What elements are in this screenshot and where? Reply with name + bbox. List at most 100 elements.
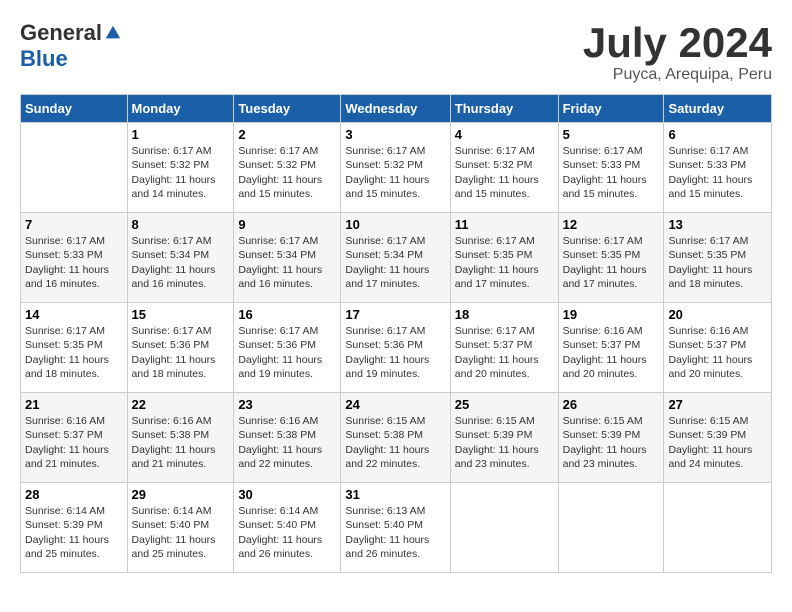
day-info: Sunrise: 6:17 AMSunset: 5:34 PMDaylight:… [238, 234, 336, 291]
day-info: Sunrise: 6:15 AMSunset: 5:39 PMDaylight:… [668, 414, 767, 471]
day-info: Sunrise: 6:17 AMSunset: 5:33 PMDaylight:… [668, 144, 767, 201]
day-info: Sunrise: 6:17 AMSunset: 5:35 PMDaylight:… [563, 234, 660, 291]
calendar-cell: 23Sunrise: 6:16 AMSunset: 5:38 PMDayligh… [234, 393, 341, 483]
calendar-cell: 19Sunrise: 6:16 AMSunset: 5:37 PMDayligh… [558, 303, 664, 393]
day-number: 18 [455, 307, 554, 322]
day-number: 15 [132, 307, 230, 322]
calendar-cell: 1 Sunrise: 6:17 AMSunset: 5:32 PMDaylight… [127, 123, 234, 213]
day-number: 4 [455, 127, 554, 142]
day-number: 24 [345, 397, 445, 412]
calendar-cell: 8 Sunrise: 6:17 AMSunset: 5:34 PMDaylight… [127, 213, 234, 303]
calendar-cell: 12 Sunrise: 6:17 AMSunset: 5:35 PMDayligh… [558, 213, 664, 303]
day-info: Sunrise: 6:14 AMSunset: 5:40 PMDaylight:… [132, 504, 230, 561]
day-number: 17 [345, 307, 445, 322]
day-number: 19 [563, 307, 660, 322]
month-title: July 2024 [583, 20, 772, 66]
calendar-week-row: 28 Sunrise: 6:14 AMSunset: 5:39 PMDayligh… [21, 483, 772, 573]
day-number: 21 [25, 397, 123, 412]
day-number: 1 [132, 127, 230, 142]
day-number: 30 [238, 487, 336, 502]
calendar-week-row: 7 Sunrise: 6:17 AMSunset: 5:33 PMDaylight… [21, 213, 772, 303]
calendar-cell: 24 Sunrise: 6:15 AMSunset: 5:38 PMDayligh… [341, 393, 450, 483]
calendar-cell: 26 Sunrise: 6:15 AMSunset: 5:39 PMDayligh… [558, 393, 664, 483]
day-info: Sunrise: 6:17 AMSunset: 5:32 PMDaylight:… [132, 144, 230, 201]
calendar-cell: 29 Sunrise: 6:14 AMSunset: 5:40 PMDayligh… [127, 483, 234, 573]
day-info: Sunrise: 6:17 AMSunset: 5:32 PMDaylight:… [238, 144, 336, 201]
calendar-cell: 11Sunrise: 6:17 AMSunset: 5:35 PMDayligh… [450, 213, 558, 303]
day-info: Sunrise: 6:17 AMSunset: 5:35 PMDaylight:… [668, 234, 767, 291]
day-info: Sunrise: 6:17 AMSunset: 5:33 PMDaylight:… [563, 144, 660, 201]
day-info: Sunrise: 6:17 AMSunset: 5:37 PMDaylight:… [455, 324, 554, 381]
day-info: Sunrise: 6:14 AMSunset: 5:39 PMDaylight:… [25, 504, 123, 561]
day-info: Sunrise: 6:17 AMSunset: 5:36 PMDaylight:… [132, 324, 230, 381]
day-number: 13 [668, 217, 767, 232]
header-saturday: Saturday [664, 95, 772, 123]
calendar-cell: 16Sunrise: 6:17 AMSunset: 5:36 PMDayligh… [234, 303, 341, 393]
day-number: 6 [668, 127, 767, 142]
location: Puyca, Arequipa, Peru [583, 66, 772, 84]
day-number: 29 [132, 487, 230, 502]
day-number: 25 [455, 397, 554, 412]
calendar-cell: 15 Sunrise: 6:17 AMSunset: 5:36 PMDayligh… [127, 303, 234, 393]
calendar-cell: 20 Sunrise: 6:16 AMSunset: 5:37 PMDayligh… [664, 303, 772, 393]
day-info: Sunrise: 6:16 AMSunset: 5:37 PMDaylight:… [668, 324, 767, 381]
calendar-cell [450, 483, 558, 573]
logo: General Blue [20, 20, 122, 72]
calendar-cell: 13 Sunrise: 6:17 AMSunset: 5:35 PMDayligh… [664, 213, 772, 303]
day-info: Sunrise: 6:17 AMSunset: 5:34 PMDaylight:… [132, 234, 230, 291]
calendar-cell [21, 123, 128, 213]
day-number: 14 [25, 307, 123, 322]
calendar-cell: 2 Sunrise: 6:17 AMSunset: 5:32 PMDaylight… [234, 123, 341, 213]
day-number: 8 [132, 217, 230, 232]
day-number: 27 [668, 397, 767, 412]
day-number: 31 [345, 487, 445, 502]
day-number: 5 [563, 127, 660, 142]
calendar-cell: 31 Sunrise: 6:13 AMSunset: 5:40 PMDayligh… [341, 483, 450, 573]
day-info: Sunrise: 6:17 AMSunset: 5:33 PMDaylight:… [25, 234, 123, 291]
day-number: 20 [668, 307, 767, 322]
calendar-cell: 30Sunrise: 6:14 AMSunset: 5:40 PMDayligh… [234, 483, 341, 573]
day-number: 22 [132, 397, 230, 412]
day-number: 2 [238, 127, 336, 142]
calendar-table: SundayMondayTuesdayWednesdayThursdayFrid… [20, 94, 772, 573]
day-number: 12 [563, 217, 660, 232]
calendar-cell: 25 Sunrise: 6:15 AMSunset: 5:39 PMDayligh… [450, 393, 558, 483]
day-info: Sunrise: 6:17 AMSunset: 5:34 PMDaylight:… [345, 234, 445, 291]
calendar-cell: 28 Sunrise: 6:14 AMSunset: 5:39 PMDayligh… [21, 483, 128, 573]
header-wednesday: Wednesday [341, 95, 450, 123]
calendar-cell: 21Sunrise: 6:16 AMSunset: 5:37 PMDayligh… [21, 393, 128, 483]
day-info: Sunrise: 6:16 AMSunset: 5:38 PMDaylight:… [132, 414, 230, 471]
day-info: Sunrise: 6:17 AMSunset: 5:32 PMDaylight:… [455, 144, 554, 201]
day-info: Sunrise: 6:13 AMSunset: 5:40 PMDaylight:… [345, 504, 445, 561]
day-number: 26 [563, 397, 660, 412]
day-info: Sunrise: 6:15 AMSunset: 5:39 PMDaylight:… [563, 414, 660, 471]
day-info: Sunrise: 6:17 AMSunset: 5:36 PMDaylight:… [345, 324, 445, 381]
calendar-cell: 14Sunrise: 6:17 AMSunset: 5:35 PMDayligh… [21, 303, 128, 393]
day-info: Sunrise: 6:17 AMSunset: 5:32 PMDaylight:… [345, 144, 445, 201]
day-number: 3 [345, 127, 445, 142]
day-info: Sunrise: 6:15 AMSunset: 5:38 PMDaylight:… [345, 414, 445, 471]
calendar-week-row: 1 Sunrise: 6:17 AMSunset: 5:32 PMDaylight… [21, 123, 772, 213]
calendar-cell: 18 Sunrise: 6:17 AMSunset: 5:37 PMDayligh… [450, 303, 558, 393]
calendar-cell [558, 483, 664, 573]
day-number: 9 [238, 217, 336, 232]
logo-blue: Blue [20, 46, 68, 72]
calendar-cell [664, 483, 772, 573]
calendar-cell: 10Sunrise: 6:17 AMSunset: 5:34 PMDayligh… [341, 213, 450, 303]
calendar-header-row: SundayMondayTuesdayWednesdayThursdayFrid… [21, 95, 772, 123]
day-number: 11 [455, 217, 554, 232]
header-thursday: Thursday [450, 95, 558, 123]
calendar-cell: 17 Sunrise: 6:17 AMSunset: 5:36 PMDayligh… [341, 303, 450, 393]
day-number: 28 [25, 487, 123, 502]
day-number: 16 [238, 307, 336, 322]
day-number: 23 [238, 397, 336, 412]
calendar-cell: 5 Sunrise: 6:17 AMSunset: 5:33 PMDaylight… [558, 123, 664, 213]
calendar-cell: 9 Sunrise: 6:17 AMSunset: 5:34 PMDaylight… [234, 213, 341, 303]
calendar-cell: 7 Sunrise: 6:17 AMSunset: 5:33 PMDaylight… [21, 213, 128, 303]
calendar-week-row: 14Sunrise: 6:17 AMSunset: 5:35 PMDayligh… [21, 303, 772, 393]
calendar-cell: 3 Sunrise: 6:17 AMSunset: 5:32 PMDaylight… [341, 123, 450, 213]
header-friday: Friday [558, 95, 664, 123]
header-monday: Monday [127, 95, 234, 123]
day-number: 7 [25, 217, 123, 232]
day-info: Sunrise: 6:15 AMSunset: 5:39 PMDaylight:… [455, 414, 554, 471]
